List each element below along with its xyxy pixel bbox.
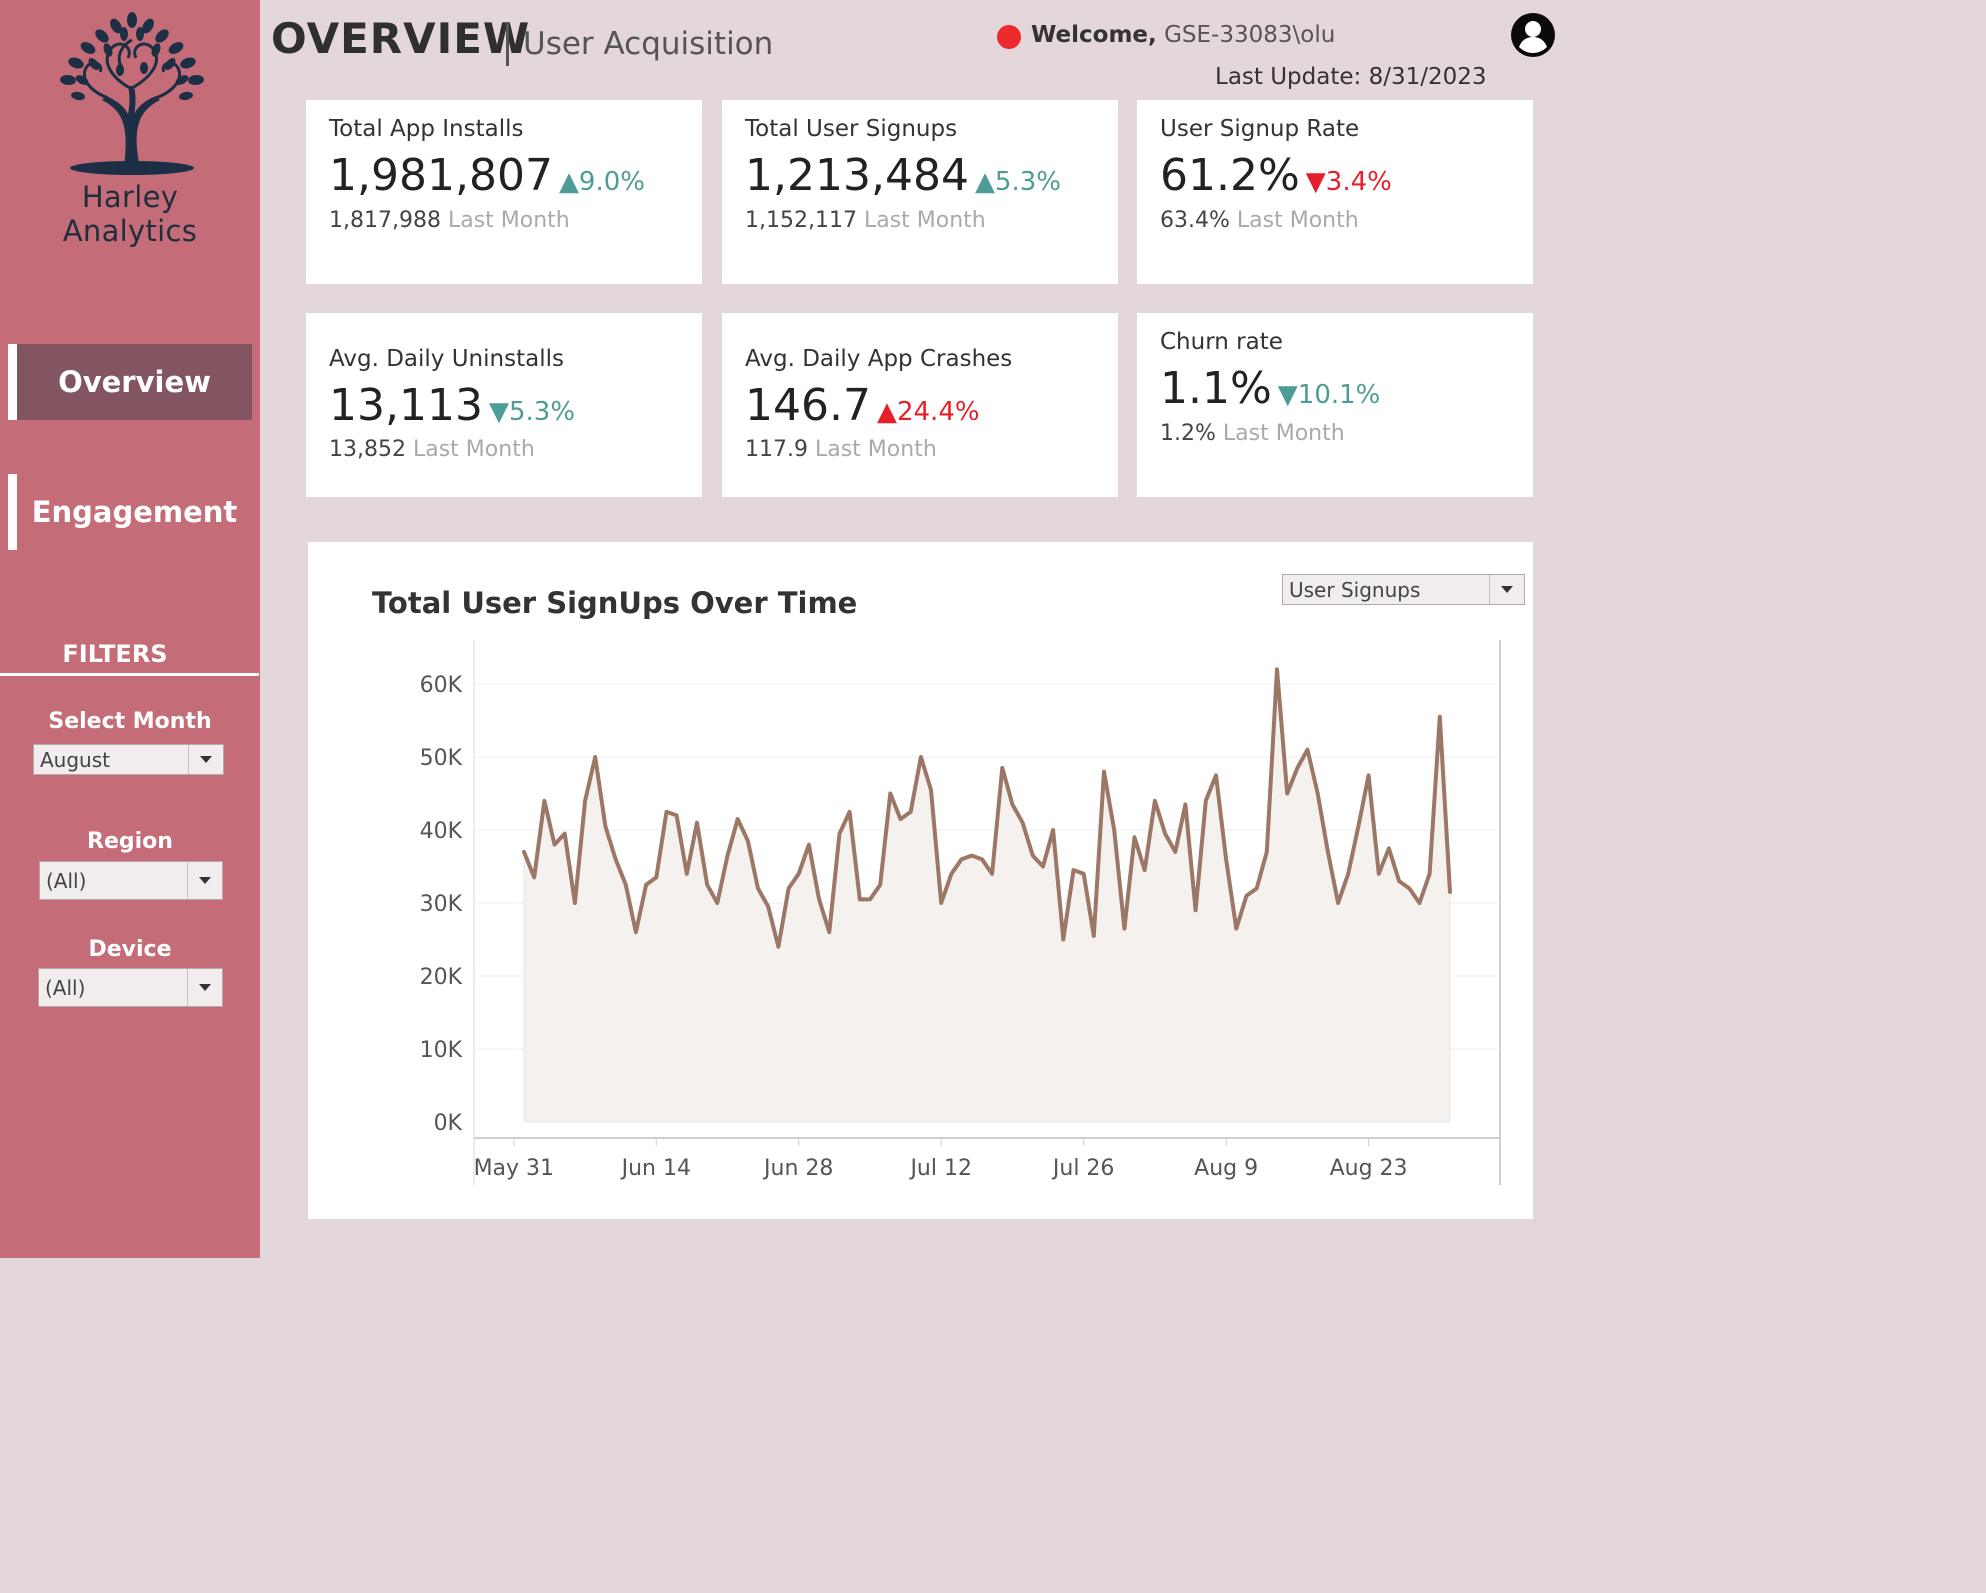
kpi-value: 61.2%: [1160, 150, 1300, 201]
nav-item-engagement[interactable]: Engagement: [8, 474, 252, 550]
welcome-message: Welcome, GSE-33083\olu: [1031, 22, 1335, 48]
chevron-down-icon: [187, 862, 222, 899]
kpi-previous-label: Last Month: [447, 208, 570, 233]
brand-name: Harley Analytics: [62, 180, 198, 248]
title-divider: [506, 22, 509, 66]
kpi-value: 1.1%: [1160, 363, 1272, 414]
kpi-card-total-user-signups: Total User Signups 1,213,484 ▲5.3% 1,152,…: [722, 100, 1118, 284]
status-indicator: [997, 25, 1021, 49]
x-tick-label: Jun 28: [762, 1156, 833, 1181]
page-subtitle: User Acquisition: [523, 26, 774, 62]
kpi-title: Churn rate: [1160, 329, 1283, 355]
last-update: Last Update: 8/31/2023: [1215, 64, 1487, 90]
filters-title: FILTERS: [62, 640, 168, 668]
kpi-delta: ▲24.4%: [876, 397, 980, 427]
kpi-title: Total App Installs: [329, 116, 524, 142]
y-tick-label: 30K: [420, 892, 463, 917]
kpi-delta: ▼10.1%: [1277, 380, 1381, 410]
metric-select[interactable]: User Signups: [1282, 574, 1525, 605]
region-select-value: (All): [46, 868, 87, 893]
kpi-delta: ▲5.3%: [974, 167, 1061, 197]
kpi-value-row: 146.7 ▲24.4%: [745, 380, 980, 431]
kpi-value-row: 1.1% ▼10.1%: [1160, 363, 1380, 414]
kpi-previous-value: 1.2%: [1160, 421, 1216, 446]
kpi-value-row: 1,213,484 ▲5.3%: [745, 150, 1061, 201]
sidebar: Harley Analytics Overview Engagement FIL…: [0, 0, 260, 1258]
month-select-value: August: [40, 747, 110, 772]
kpi-previous: 13,852 Last Month: [329, 437, 535, 462]
kpi-previous-value: 63.4%: [1160, 208, 1230, 233]
kpi-value: 146.7: [745, 380, 871, 431]
chevron-down-icon: [188, 745, 223, 774]
x-tick-label: Jul 26: [1051, 1156, 1115, 1181]
kpi-previous-label: Last Month: [412, 437, 535, 462]
nav-item-overview[interactable]: Overview: [8, 344, 252, 420]
kpi-card-user-signup-rate: User Signup Rate 61.2% ▼3.4% 63.4% Last M…: [1137, 100, 1533, 284]
kpi-card-total-app-installs: Total App Installs 1,981,807 ▲9.0% 1,817,…: [306, 100, 702, 284]
month-filter-label: Select Month: [48, 709, 212, 734]
filters-divider: [0, 673, 259, 676]
y-tick-label: 0K: [434, 1111, 463, 1136]
chevron-down-icon: [1489, 575, 1524, 604]
kpi-previous-label: Last Month: [1222, 421, 1345, 446]
device-select-value: (All): [45, 975, 86, 1000]
kpi-value-row: 13,113 ▼5.3%: [329, 380, 575, 431]
y-tick-label: 60K: [420, 673, 463, 698]
y-tick-label: 10K: [420, 1038, 463, 1063]
x-tick-label: Aug 9: [1194, 1156, 1258, 1181]
user-avatar-icon[interactable]: [1510, 12, 1556, 58]
device-select[interactable]: (All): [38, 968, 223, 1007]
device-filter-label: Device: [88, 937, 172, 962]
y-tick-label: 50K: [420, 746, 463, 771]
x-tick-label: Jul 12: [908, 1156, 972, 1181]
y-tick-label: 20K: [420, 965, 463, 990]
page-title: OVERVIEW: [271, 14, 531, 63]
kpi-title: Total User Signups: [745, 116, 958, 142]
region-select[interactable]: (All): [39, 861, 223, 900]
user-name: GSE-33083\olu: [1164, 22, 1336, 48]
kpi-value: 1,213,484: [745, 150, 969, 201]
kpi-previous: 1.2% Last Month: [1160, 421, 1345, 446]
kpi-value-row: 1,981,807 ▲9.0%: [329, 150, 645, 201]
kpi-card-churn-rate: Churn rate 1.1% ▼10.1% 1.2% Last Month: [1137, 313, 1533, 497]
month-select[interactable]: August: [33, 744, 224, 775]
kpi-previous-value: 13,852: [329, 437, 406, 462]
kpi-value: 1,981,807: [329, 150, 553, 201]
metric-select-value: User Signups: [1289, 577, 1421, 602]
kpi-previous-value: 1,152,117: [745, 208, 857, 233]
x-tick-label: May 31: [474, 1156, 554, 1181]
signups-line-chart[interactable]: 0K 10K 20K 30K 40K 50K 60K May 31 Jun 14 Jun 28 Ju…: [308, 542, 1533, 1219]
kpi-title: User Signup Rate: [1160, 116, 1360, 142]
y-tick-label: 40K: [420, 819, 463, 844]
kpi-card-avg-daily-app-crashes: Avg. Daily App Crashes 146.7 ▲24.4% 117.9…: [722, 313, 1118, 497]
kpi-previous: 1,817,988 Last Month: [329, 208, 570, 233]
x-tick-label: Jun 14: [620, 1156, 691, 1181]
kpi-value: 13,113: [329, 380, 483, 431]
kpi-previous-label: Last Month: [1236, 208, 1359, 233]
signups-chart-card: 0K 10K 20K 30K 40K 50K 60K May 31 Jun 14 Jun 28 Ju…: [308, 542, 1533, 1219]
kpi-title: Avg. Daily Uninstalls: [329, 346, 564, 372]
region-filter-label: Region: [87, 829, 173, 854]
kpi-delta: ▼3.4%: [1305, 167, 1392, 197]
kpi-previous-label: Last Month: [863, 208, 986, 233]
kpi-title: Avg. Daily App Crashes: [745, 346, 1013, 372]
chart-title: Total User SignUps Over Time: [372, 586, 858, 620]
signups-area: [523, 669, 1451, 1123]
kpi-previous: 117.9 Last Month: [745, 437, 937, 462]
chevron-down-icon: [187, 969, 222, 1006]
kpi-previous-value: 1,817,988: [329, 208, 441, 233]
kpi-value-row: 61.2% ▼3.4%: [1160, 150, 1392, 201]
kpi-delta: ▲9.0%: [558, 167, 645, 197]
welcome-label: Welcome,: [1031, 22, 1157, 48]
brand-logo: Harley Analytics: [12, 8, 248, 248]
x-tick-label: Aug 23: [1330, 1156, 1408, 1181]
kpi-card-avg-daily-uninstalls: Avg. Daily Uninstalls 13,113 ▼5.3% 13,852…: [306, 313, 702, 497]
kpi-delta: ▼5.3%: [488, 397, 576, 427]
kpi-previous-value: 117.9: [745, 437, 808, 462]
kpi-previous-label: Last Month: [814, 437, 937, 462]
tree-logo-icon: [60, 12, 204, 175]
kpi-previous: 1,152,117 Last Month: [745, 208, 986, 233]
kpi-previous: 63.4% Last Month: [1160, 208, 1359, 233]
